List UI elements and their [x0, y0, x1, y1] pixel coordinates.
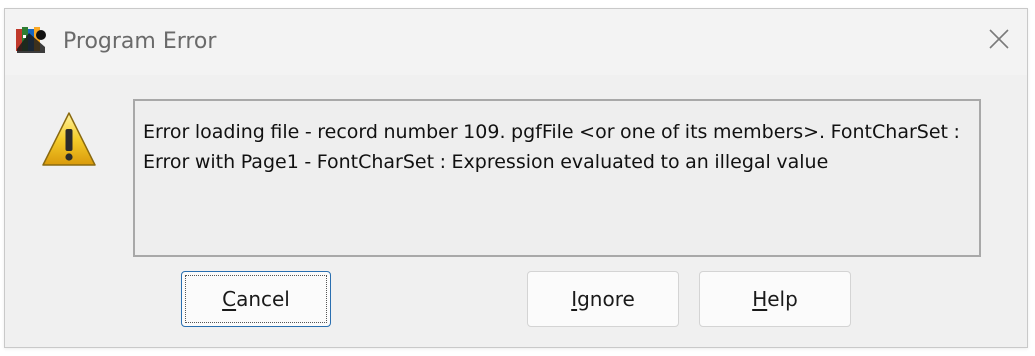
ignore-button[interactable]: Ignore	[527, 271, 679, 327]
help-button-label: Help	[752, 287, 798, 311]
cancel-button[interactable]: Cancel	[181, 271, 331, 327]
program-icon	[15, 25, 49, 55]
error-message: Error loading file - record number 109. …	[143, 121, 960, 173]
message-box: Error loading file - record number 109. …	[133, 99, 981, 257]
ignore-button-label: Ignore	[571, 287, 635, 311]
window-title: Program Error	[63, 29, 217, 54]
close-icon	[988, 28, 1010, 54]
close-button[interactable]	[979, 21, 1019, 61]
program-error-dialog: Program Error Error loading file - recor…	[4, 8, 1028, 348]
title-bar[interactable]: Program Error	[5, 9, 1027, 75]
cancel-button-label: Cancel	[222, 287, 290, 311]
help-button[interactable]: Help	[699, 271, 851, 327]
warning-icon	[41, 109, 97, 171]
